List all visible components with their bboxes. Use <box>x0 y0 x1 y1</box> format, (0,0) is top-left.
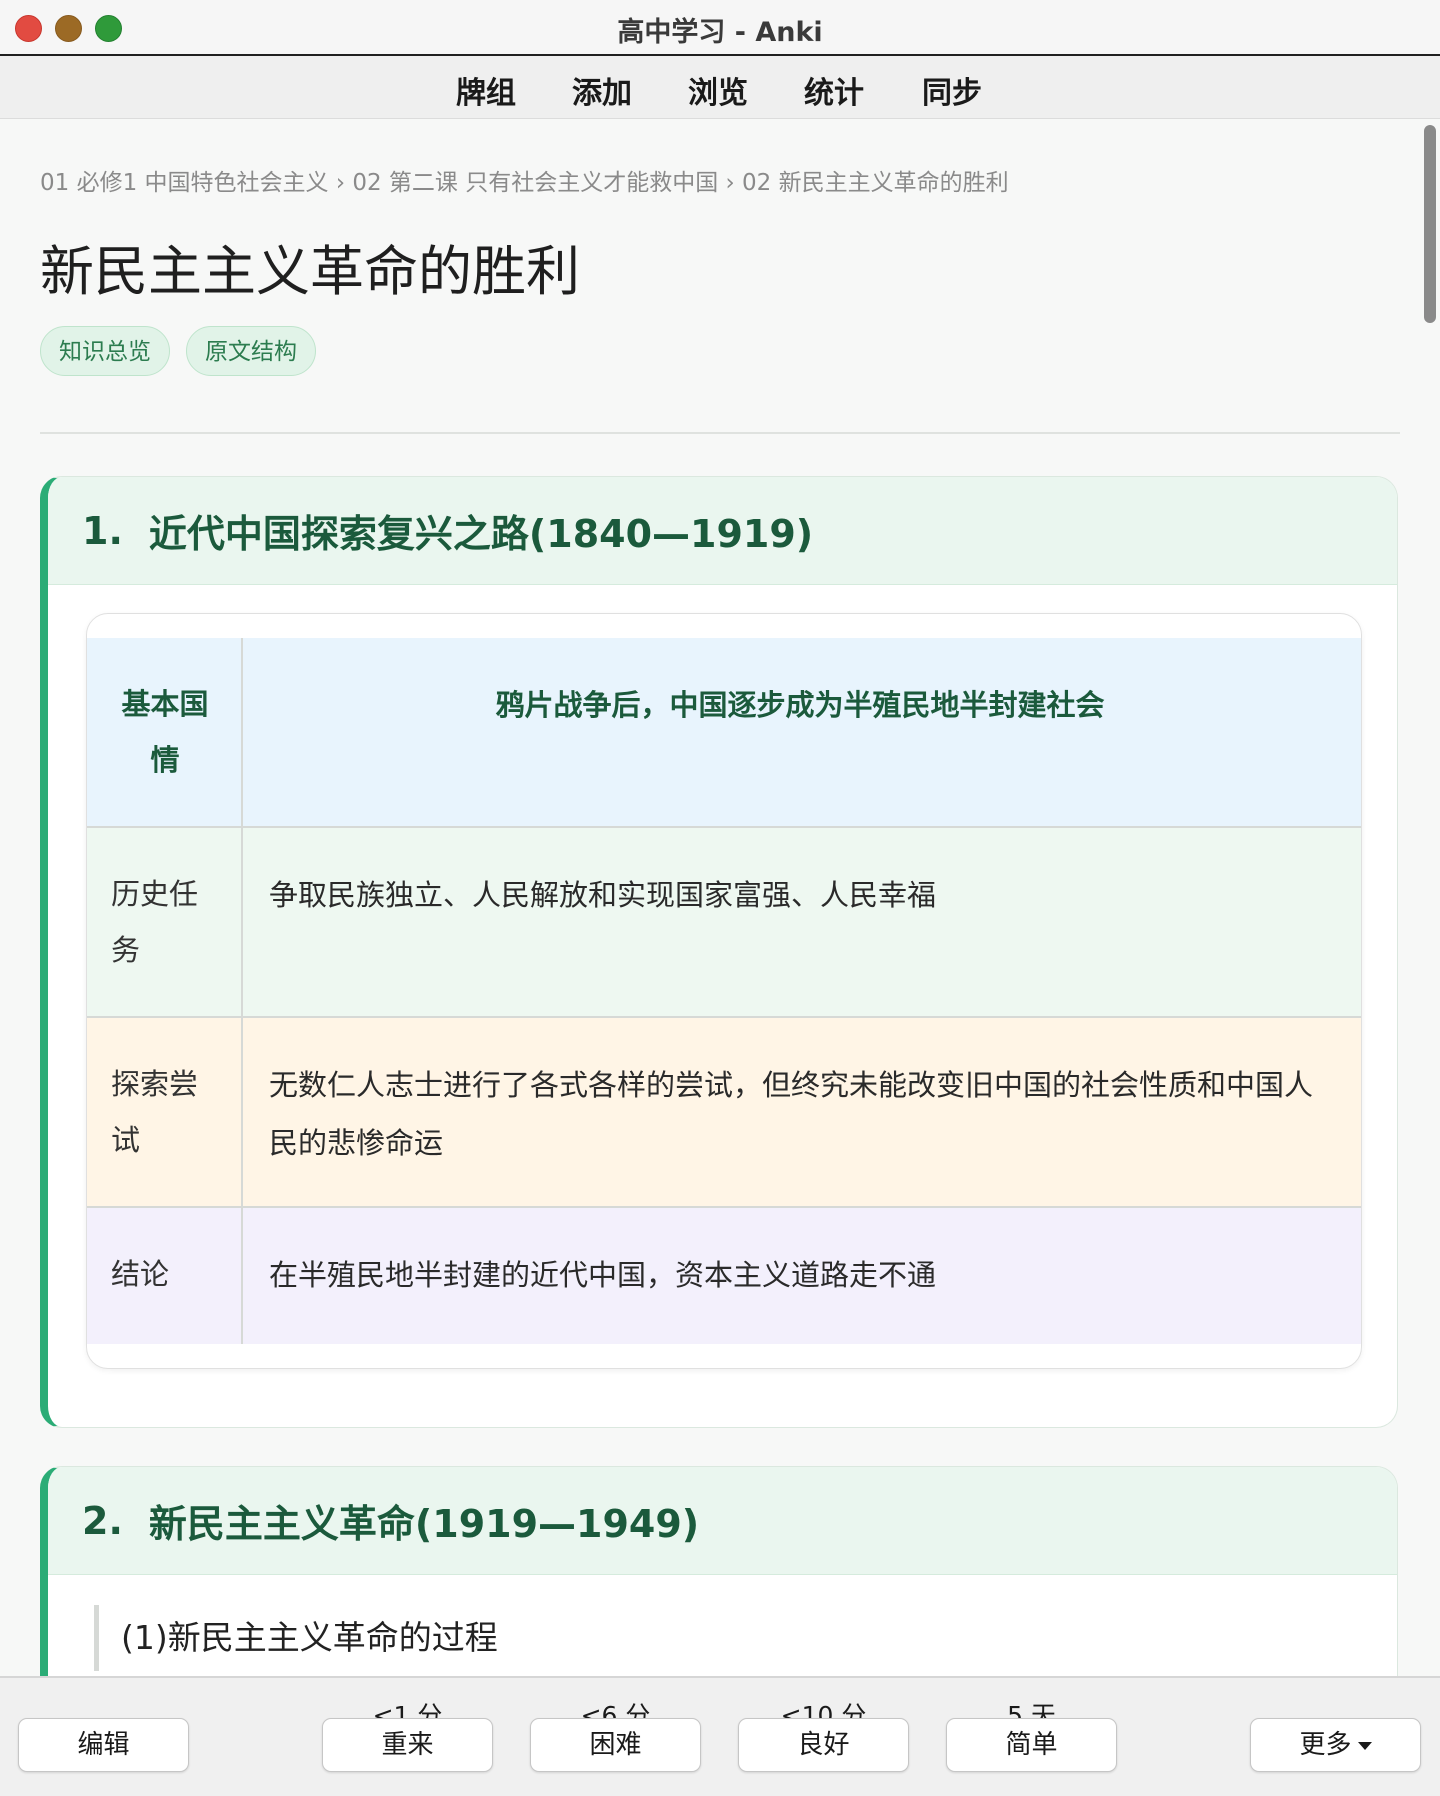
good-button[interactable]: 良好 <box>738 1718 909 1772</box>
menu-sync[interactable]: 同步 <box>922 68 982 112</box>
card-content: 01 必修1 中国特色社会主义 › 02 第二课 只有社会主义才能救中国 › 0… <box>0 119 1440 1676</box>
table-row: 结论 在半殖民地半封建的近代中国，资本主义道路走不通 <box>87 1208 1361 1344</box>
section-1-title: 近代中国探索复兴之路(1840—1919) <box>148 512 814 556</box>
table-row-value: 在半殖民地半封建的近代中国，资本主义道路走不通 <box>269 1258 937 1292</box>
table-row: 探索尝试 无数仁人志士进行了各式各样的尝试，但终究未能改变旧中国的社会性质和中国… <box>87 1018 1361 1208</box>
divider <box>40 432 1400 434</box>
hard-button[interactable]: 困难 <box>530 1718 701 1772</box>
breadcrumb: 01 必修1 中国特色社会主义 › 02 第二课 只有社会主义才能救中国 › 0… <box>40 170 1009 196</box>
menu-browse[interactable]: 浏览 <box>688 68 748 112</box>
table-row: 历史任务 争取民族独立、人民解放和实现国家富强、人民幸福 <box>87 828 1361 1018</box>
easy-button[interactable]: 简单 <box>946 1718 1117 1772</box>
tag-structure[interactable]: 原文结构 <box>186 326 316 376</box>
more-button-label: 更多 <box>1299 1730 1352 1760</box>
section-2-title: 新民主主义革命(1919—1949) <box>148 1502 700 1546</box>
tag-overview[interactable]: 知识总览 <box>40 326 170 376</box>
section-1: 1. 近代中国探索复兴之路(1840—1919) 基本国情 鸦片战争后，中国逐步… <box>40 476 1398 1428</box>
top-menu: 牌组 添加 浏览 统计 同步 <box>0 56 1440 119</box>
section-2-number: 2. <box>82 1498 123 1543</box>
section-1-header: 1. 近代中国探索复兴之路(1840—1919) <box>48 477 1397 585</box>
vertical-scrollbar[interactable] <box>1424 125 1436 323</box>
menu-add[interactable]: 添加 <box>572 68 632 112</box>
section-2: 2. 新民主主义革命(1919—1949) (1)新民主主义革命的过程 <box>40 1466 1398 1676</box>
table-row-value: 鸦片战争后，中国逐步成为半殖民地半封建社会 <box>495 688 1105 722</box>
answer-bar: 编辑 <1 分 重来 <6 分 困难 <10 分 良好 5 天 简单 更多 <box>0 1676 1440 1796</box>
table-row-label: 基本国情 <box>87 638 243 826</box>
table-row-label: 历史任务 <box>87 828 243 1016</box>
table-row-value: 争取民族独立、人民解放和实现国家富强、人民幸福 <box>269 878 937 912</box>
section-1-number: 1. <box>82 508 123 553</box>
table-row: 基本国情 鸦片战争后，中国逐步成为半殖民地半封建社会 <box>87 638 1361 828</box>
table-row-label: 探索尝试 <box>87 1018 243 1206</box>
again-button[interactable]: 重来 <box>322 1718 493 1772</box>
table-row-label: 结论 <box>87 1208 243 1344</box>
anki-window: 高中学习 - Anki 牌组 添加 浏览 统计 同步 01 必修1 中国特色社会… <box>0 0 1440 1796</box>
page-title: 新民主主义革命的胜利 <box>40 240 580 303</box>
chevron-down-icon <box>1357 1741 1372 1750</box>
menu-decks[interactable]: 牌组 <box>456 68 516 112</box>
more-button[interactable]: 更多 <box>1250 1718 1421 1772</box>
window-title: 高中学习 - Anki <box>617 17 823 48</box>
title-bar: 高中学习 - Anki <box>0 0 1440 56</box>
menu-stats[interactable]: 统计 <box>804 68 864 112</box>
table-row-value: 无数仁人志士进行了各式各样的尝试，但终究未能改变旧中国的社会性质和中国人民的悲惨… <box>269 1068 1314 1160</box>
section-2-subheading: (1)新民主主义革命的过程 <box>94 1605 498 1671</box>
overview-table: 基本国情 鸦片战争后，中国逐步成为半殖民地半封建社会 历史任务 争取民族独立、人… <box>86 613 1362 1369</box>
section-2-header: 2. 新民主主义革命(1919—1949) <box>48 1467 1397 1575</box>
edit-button[interactable]: 编辑 <box>18 1718 189 1772</box>
